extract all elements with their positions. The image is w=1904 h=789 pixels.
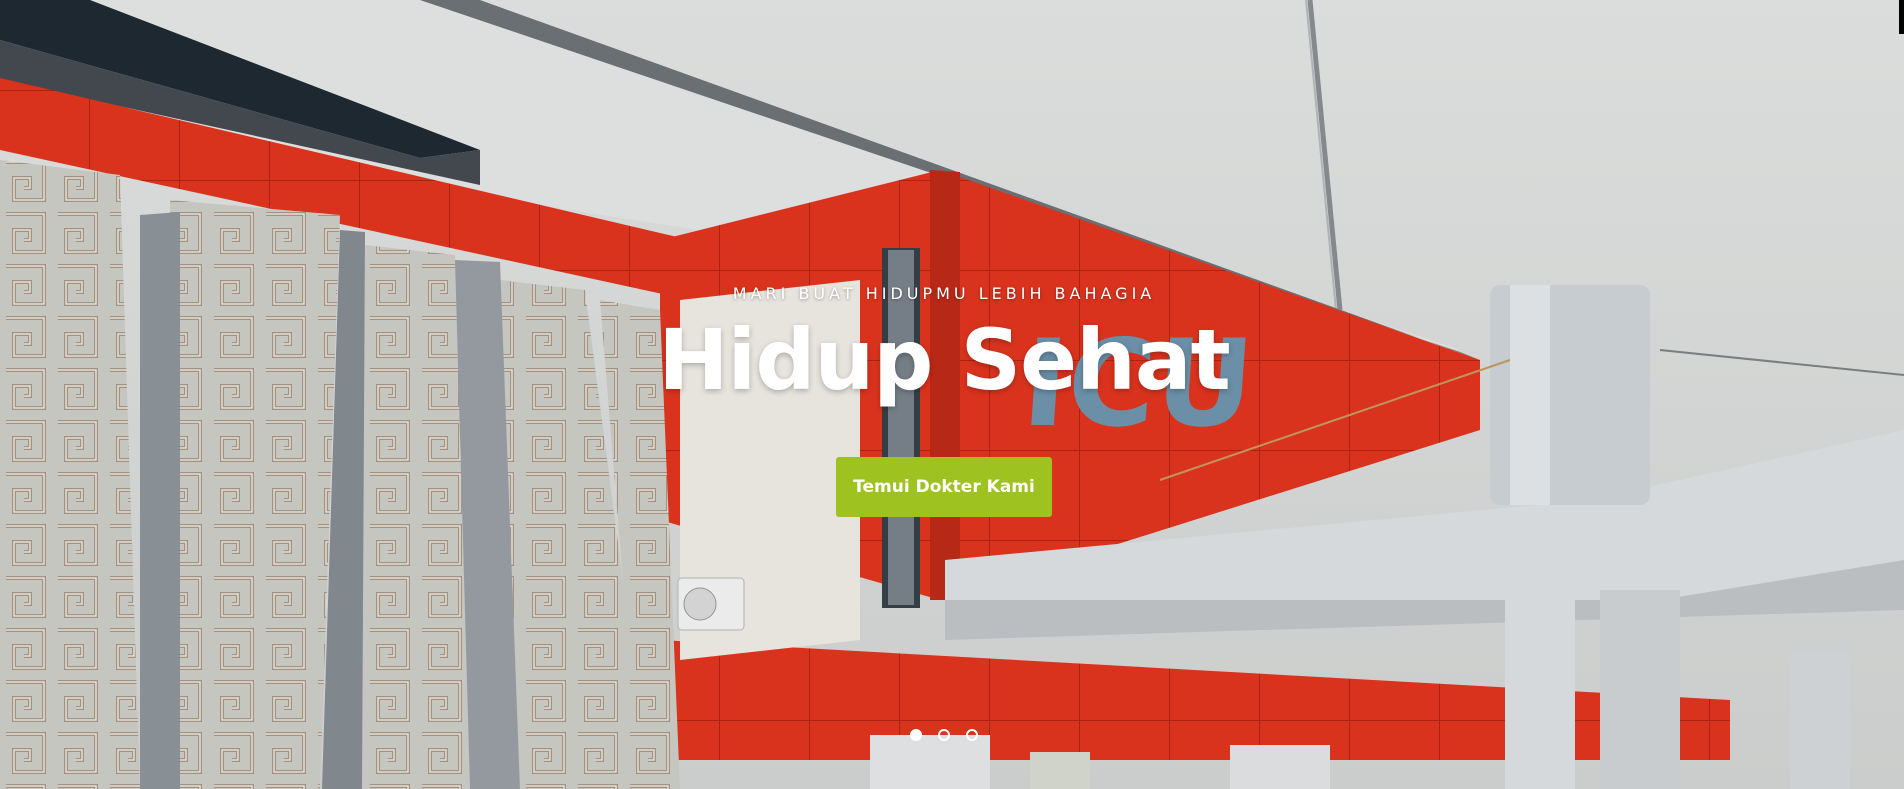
- slider-pagination: [910, 729, 978, 741]
- hero-headline: Hidup Sehat: [658, 311, 1231, 409]
- slide-dot-1[interactable]: [910, 729, 922, 741]
- meet-doctors-button[interactable]: Temui Dokter Kami: [836, 457, 1052, 517]
- hero-eyebrow: MARI BUAT HIDUPMU LEBIH BAHAGIA: [732, 284, 1156, 303]
- slide-dot-2[interactable]: [938, 729, 950, 741]
- slide-dot-3[interactable]: [966, 729, 978, 741]
- hero-slider: ICU MARI BUAT HIDUPMU LEBIH BAHAGIA Hidu…: [0, 0, 1904, 789]
- scrollbar[interactable]: [1899, 0, 1904, 34]
